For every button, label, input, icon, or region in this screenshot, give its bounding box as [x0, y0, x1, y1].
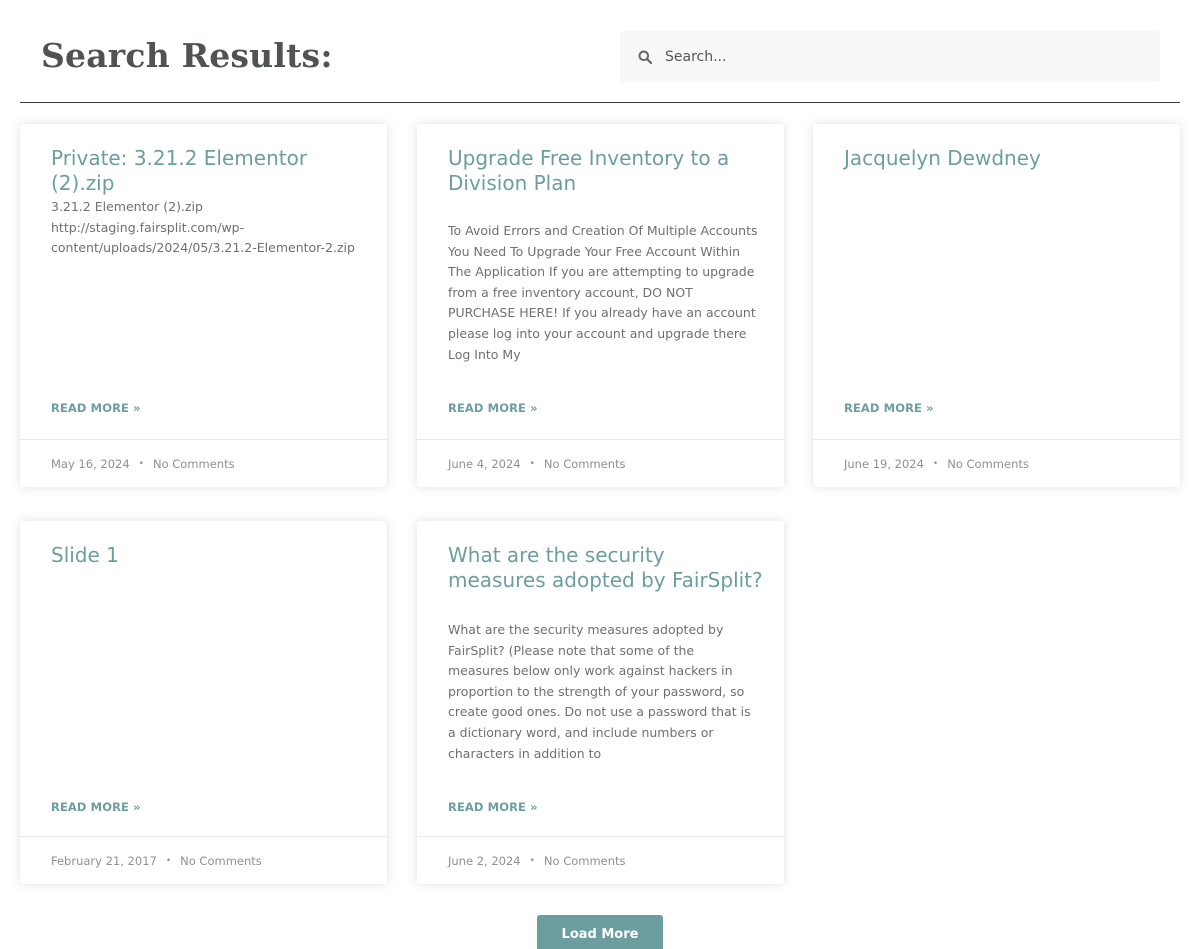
post-card: Private: 3.21.2 Elementor (2).zip 3.21.2…: [20, 124, 387, 487]
post-card: Slide 1 READ MORE » February 21, 2017 • …: [20, 521, 387, 884]
meta-separator: •: [138, 458, 144, 469]
meta-separator: •: [932, 458, 939, 469]
post-meta: June 2, 2024 • No Comments: [417, 836, 784, 884]
post-card: Jacquelyn Dewdney READ MORE » June 19, 2…: [813, 124, 1180, 487]
post-title[interactable]: Jacquelyn Dewdney: [844, 146, 1159, 171]
read-more-link[interactable]: READ MORE »: [51, 401, 141, 415]
post-excerpt: What are the security measures adopted b…: [448, 622, 751, 761]
read-more-link[interactable]: READ MORE »: [844, 401, 934, 415]
post-comments: No Comments: [180, 853, 262, 868]
post-title[interactable]: Private: 3.21.2 Elementor (2).zip: [51, 146, 366, 196]
post-meta: February 21, 2017 • No Comments: [20, 836, 387, 884]
meta-separator: •: [529, 458, 535, 469]
post-date: May 16, 2024: [51, 456, 130, 471]
page-title: Search Results:: [41, 36, 333, 75]
meta-separator: •: [529, 855, 535, 866]
read-more-link[interactable]: READ MORE »: [51, 800, 141, 814]
search-results-page: Search Results: Private: 3.21.2 Elemento…: [0, 0, 1200, 949]
post-date: June 4, 2024: [448, 456, 521, 471]
post-meta: June 19, 2024 • No Comments: [813, 439, 1180, 487]
post-title[interactable]: What are the security measures adopted b…: [448, 543, 763, 593]
read-more-link[interactable]: READ MORE »: [448, 800, 538, 814]
search-icon: [638, 50, 652, 64]
post-comments: No Comments: [947, 456, 1029, 471]
post-date: June 2, 2024: [448, 853, 521, 868]
post-comments: No Comments: [543, 456, 626, 471]
header-divider: [20, 102, 1180, 103]
search-input[interactable]: [665, 36, 1145, 77]
post-excerpt: 3.21.2 Elementor (2).zip http://staging.…: [51, 199, 355, 256]
post-excerpt: To Avoid Errors and Creation Of Multiple…: [448, 223, 758, 362]
read-more-link[interactable]: READ MORE »: [448, 401, 538, 415]
post-comments: No Comments: [543, 853, 626, 868]
post-meta: June 4, 2024 • No Comments: [417, 439, 784, 487]
post-card: Upgrade Free Inventory to a Division Pla…: [417, 124, 784, 487]
post-card: What are the security measures adopted b…: [417, 521, 784, 884]
search-box[interactable]: [620, 31, 1160, 82]
post-title[interactable]: Slide 1: [51, 543, 366, 568]
post-meta: May 16, 2024 • No Comments: [20, 439, 387, 487]
post-comments: No Comments: [152, 456, 235, 471]
meta-separator: •: [165, 855, 172, 866]
post-date: June 19, 2024: [844, 456, 924, 471]
load-more-button[interactable]: Load More: [537, 915, 663, 949]
post-date: February 21, 2017: [51, 853, 157, 868]
post-title[interactable]: Upgrade Free Inventory to a Division Pla…: [448, 146, 763, 196]
